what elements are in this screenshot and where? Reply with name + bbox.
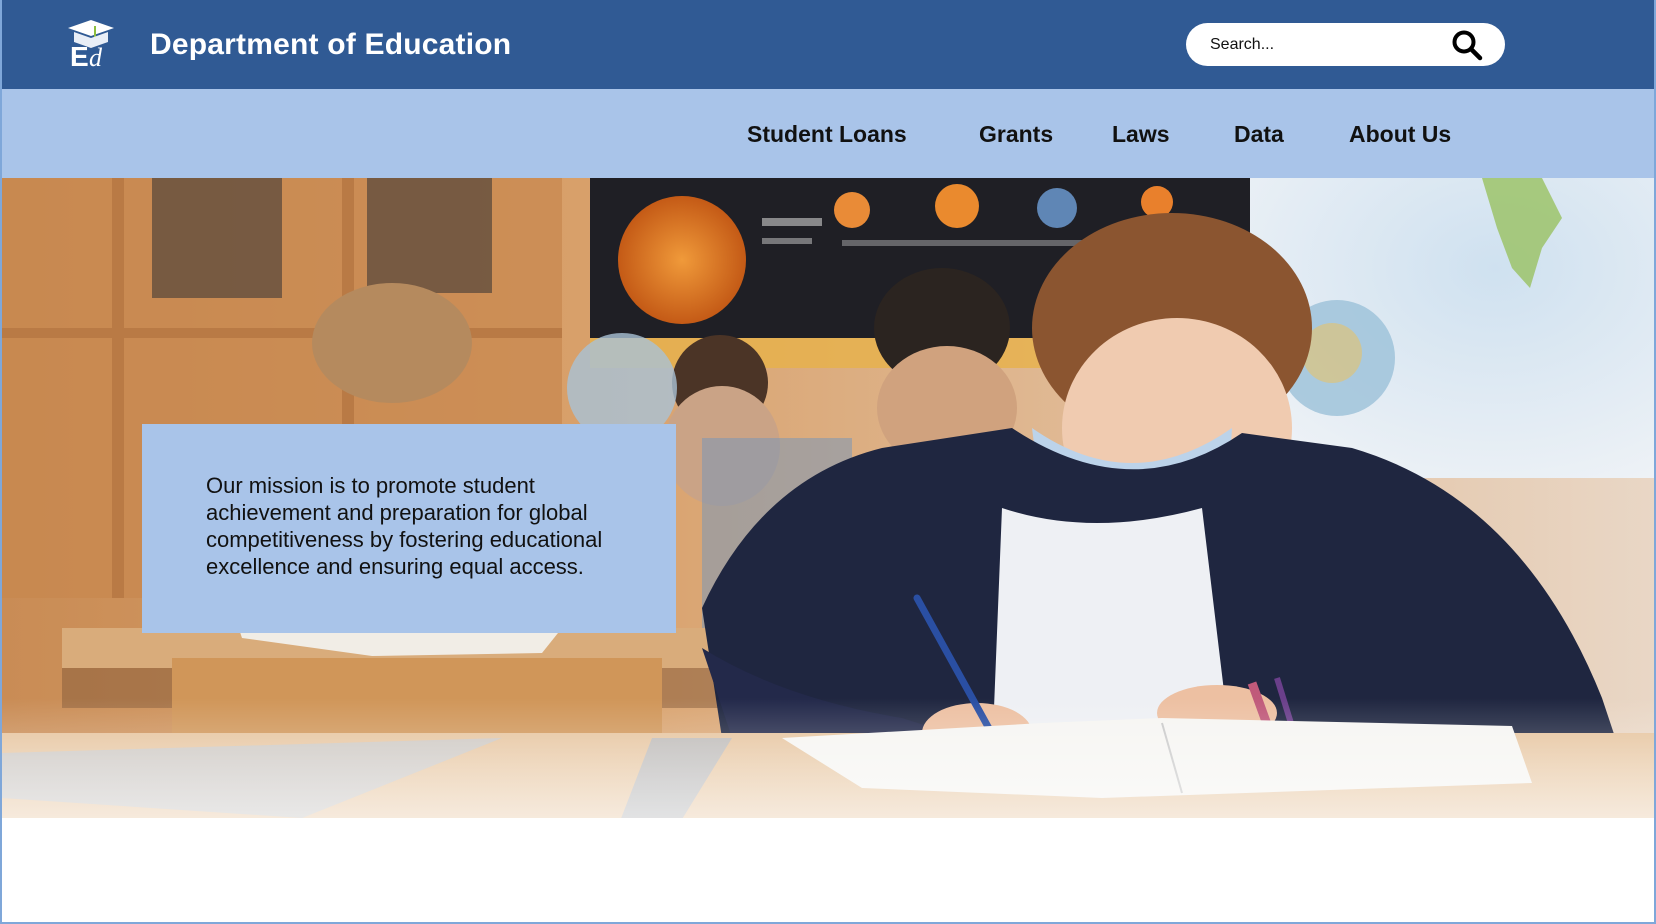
site-title: Department of Education bbox=[150, 28, 512, 61]
mission-statement-box: Our mission is to promote student achiev… bbox=[142, 424, 676, 633]
site-header: E d Department of Education bbox=[2, 0, 1654, 89]
nav-item-student-loans[interactable]: Student Loans bbox=[747, 121, 907, 148]
search-button[interactable] bbox=[1451, 29, 1483, 61]
svg-text:E: E bbox=[70, 41, 89, 70]
page-frame: E d Department of Education Student Loan… bbox=[0, 0, 1656, 924]
search-icon bbox=[1451, 30, 1483, 64]
nav-item-grants[interactable]: Grants bbox=[979, 121, 1053, 148]
ed-graduation-cap-logo-icon[interactable]: E d bbox=[66, 18, 116, 72]
svg-text:d: d bbox=[89, 43, 103, 70]
mission-statement: Our mission is to promote student achiev… bbox=[206, 473, 603, 579]
hero-banner: Our mission is to promote student achiev… bbox=[2, 178, 1654, 922]
search-bar bbox=[1186, 23, 1505, 66]
nav-item-laws[interactable]: Laws bbox=[1112, 121, 1170, 148]
main-nav: Student Loans Grants Laws Data About Us bbox=[2, 89, 1654, 178]
nav-item-about-us[interactable]: About Us bbox=[1349, 121, 1451, 148]
nav-item-data[interactable]: Data bbox=[1234, 121, 1284, 148]
search-input[interactable] bbox=[1210, 33, 1440, 57]
